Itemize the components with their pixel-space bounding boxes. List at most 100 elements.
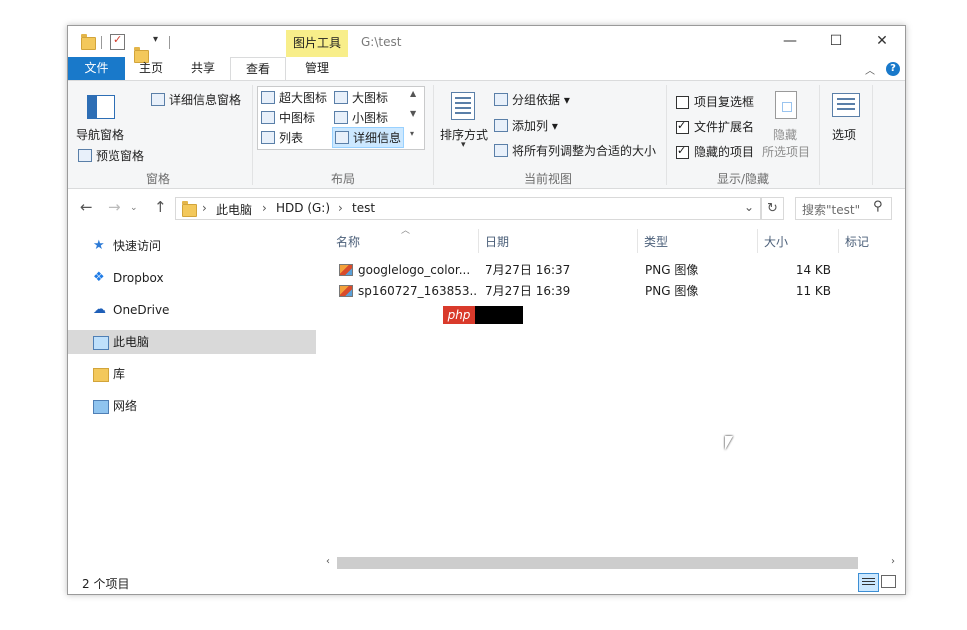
details-icon: [335, 131, 349, 144]
nav-item-quick-access[interactable]: ★ 快速访问: [68, 234, 316, 258]
column-header-size[interactable]: 大小: [764, 231, 788, 253]
column-header-name[interactable]: 名称: [336, 231, 360, 253]
help-icon[interactable]: ?: [886, 62, 900, 76]
tab-file[interactable]: 文件: [68, 57, 125, 80]
customize-quick-access-icon[interactable]: ▾: [153, 34, 158, 50]
selected-items-label: 所选项目: [762, 145, 811, 159]
search-box[interactable]: 搜索"test" ⚲: [795, 197, 892, 220]
horizontal-scrollbar[interactable]: ‹ ›: [326, 553, 901, 570]
item-checkboxes-label: 项目复选框: [694, 95, 755, 109]
details-pane-button[interactable]: 详细信息窗格: [151, 91, 241, 108]
minimize-button[interactable]: —: [767, 26, 813, 56]
file-name: googlelogo_color...: [358, 263, 471, 277]
nav-label: OneDrive: [113, 303, 170, 317]
folder-icon: [81, 34, 96, 50]
gallery-expand-icon[interactable]: ▾: [410, 129, 414, 138]
sort-by-icon[interactable]: [451, 92, 475, 120]
navigation-pane-icon[interactable]: [87, 95, 115, 119]
network-icon: [93, 400, 109, 414]
gallery-scroll-down-icon[interactable]: ▼: [410, 109, 416, 118]
options-icon[interactable]: [832, 93, 860, 117]
file-row[interactable]: sp160727_163853... 7月27日 16:39 PNG 图像 11…: [333, 281, 853, 301]
nav-item-this-pc[interactable]: 此电脑: [68, 330, 316, 354]
options-button[interactable]: 选项: [832, 126, 856, 143]
up-arrow-icon[interactable]: ↑: [154, 198, 167, 216]
properties-icon[interactable]: ✓: [110, 33, 125, 50]
breadcrumb-separator: ›: [202, 201, 207, 215]
item-checkboxes-checkbox[interactable]: [676, 96, 689, 109]
forward-arrow-icon[interactable]: →: [108, 198, 121, 216]
close-button[interactable]: ✕: [859, 26, 905, 56]
hide-button-label[interactable]: 隐藏: [773, 126, 797, 143]
back-arrow-icon[interactable]: ←: [80, 198, 93, 216]
add-column-button[interactable]: 添加列 ▾: [494, 117, 558, 134]
group-by-button[interactable]: 分组依据 ▾: [494, 91, 570, 108]
chevron-down-icon: ▾: [461, 140, 466, 150]
address-bar[interactable]: › 此电脑 › HDD (G:) › test ⌄: [175, 197, 761, 220]
navigation-pane-button[interactable]: 导航窗格: [76, 126, 124, 143]
nav-item-library[interactable]: 库: [68, 362, 316, 386]
column-divider[interactable]: [757, 229, 758, 253]
file-name: sp160727_163853...: [358, 284, 478, 298]
divider: [101, 36, 102, 49]
list-icon: [261, 131, 275, 144]
large-icons-view-icon[interactable]: [881, 575, 896, 588]
divider: [872, 85, 873, 185]
tab-manage[interactable]: 管理: [286, 57, 348, 80]
breadcrumb-separator: ›: [262, 201, 267, 215]
layout-extra-large-icons[interactable]: 超大图标: [261, 89, 327, 106]
breadcrumb-this-pc[interactable]: 此电脑: [216, 201, 252, 218]
column-header-type[interactable]: 类型: [644, 231, 668, 253]
php-watermark: php: [443, 306, 475, 324]
divider: [433, 85, 434, 185]
column-divider[interactable]: [838, 229, 839, 253]
file-row[interactable]: googlelogo_color... 7月27日 16:37 PNG 图像 1…: [333, 260, 853, 280]
scrollbar-thumb[interactable]: [337, 557, 858, 569]
chevron-up-icon[interactable]: ︿: [865, 62, 875, 77]
hidden-items-checkbox[interactable]: [676, 144, 689, 159]
details-view-icon[interactable]: [858, 573, 879, 592]
fit-columns-button[interactable]: 将所有列调整为合适的大小: [494, 142, 656, 159]
column-header-date[interactable]: 日期: [485, 231, 509, 253]
nav-item-onedrive[interactable]: ☁ OneDrive: [68, 298, 316, 322]
computer-icon: [93, 336, 109, 350]
maximize-button[interactable]: ☐: [813, 26, 859, 56]
address-dropdown-icon[interactable]: ⌄: [744, 200, 754, 214]
hidden-items-label: 隐藏的项目: [694, 145, 755, 159]
tab-home[interactable]: 主页: [125, 57, 177, 80]
column-header-tags[interactable]: 标记: [845, 231, 869, 253]
divider: [666, 85, 667, 185]
file-extensions-label: 文件扩展名: [694, 120, 755, 134]
column-divider[interactable]: [637, 229, 638, 253]
preview-pane-button[interactable]: 预览窗格: [78, 147, 144, 164]
recent-locations-icon[interactable]: ⌄: [130, 203, 138, 213]
layout-medium-icons[interactable]: 中图标: [261, 109, 315, 126]
nav-item-network[interactable]: 网络: [68, 394, 316, 418]
group-label-current-view: 当前视图: [523, 172, 572, 186]
tab-share[interactable]: 共享: [177, 57, 229, 80]
nav-item-dropbox[interactable]: ❖ Dropbox: [68, 266, 316, 290]
library-icon: [93, 368, 109, 382]
hide-selected-icon[interactable]: [775, 91, 797, 119]
nav-label: 此电脑: [113, 335, 150, 349]
search-icon: ⚲: [873, 199, 883, 214]
layout-list[interactable]: 列表: [261, 129, 303, 146]
column-divider[interactable]: [478, 229, 479, 253]
breadcrumb-test[interactable]: test: [352, 201, 375, 215]
scroll-left-icon[interactable]: ‹: [326, 556, 330, 567]
scroll-right-icon[interactable]: ›: [891, 556, 895, 567]
refresh-icon[interactable]: ↻: [761, 197, 784, 220]
file-extensions-checkbox[interactable]: [676, 119, 689, 134]
layout-small-icons[interactable]: 小图标: [334, 109, 388, 126]
dropbox-icon: ❖: [93, 270, 105, 285]
gallery-scroll-up-icon[interactable]: ▲: [410, 89, 416, 98]
medium-icons-icon: [261, 111, 275, 124]
mouse-cursor-icon: [725, 436, 733, 450]
nav-label: 快速访问: [113, 239, 162, 253]
layout-large-icons[interactable]: 大图标: [334, 89, 388, 106]
layout-details[interactable]: 详细信息: [332, 127, 405, 148]
preview-pane-icon: [78, 149, 92, 162]
tab-view[interactable]: 查看: [230, 57, 286, 81]
ribbon-view: 导航窗格 预览窗格 详细信息窗格 窗格 超大图标 大图标 中图标 小图标 列表 …: [68, 80, 905, 189]
breadcrumb-hdd[interactable]: HDD (G:): [276, 201, 330, 215]
